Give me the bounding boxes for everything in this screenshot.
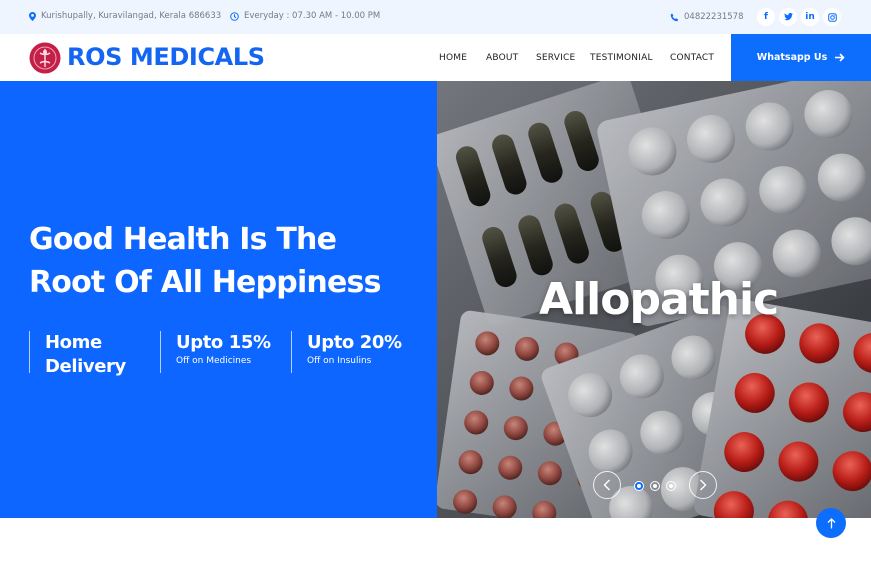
feature-medicines-discount: Upto 15% Off on Medicines: [160, 331, 271, 373]
twitter-icon[interactable]: [779, 8, 797, 26]
hero-title: Good Health Is The Root Of All Heppiness: [29, 218, 429, 304]
nav-testimonial[interactable]: TESTIMONIAL: [590, 53, 653, 63]
carousel-dot-3[interactable]: [666, 481, 676, 491]
carousel-dot-1[interactable]: [634, 481, 644, 491]
chevron-left-icon: [603, 479, 610, 491]
hero-title-line-1: Good Health Is The: [29, 222, 337, 257]
carousel-dot-2[interactable]: [650, 481, 660, 491]
hours-text: Everyday : 07.30 AM - 10.00 PM: [244, 11, 381, 21]
brand-name[interactable]: ROS MEDICALS: [67, 43, 265, 71]
whatsapp-button-label: Whatsapp Us: [756, 52, 828, 63]
chevron-right-icon: [700, 479, 707, 491]
arrow-up-icon: [827, 517, 835, 528]
nav-contact[interactable]: CONTACT: [670, 53, 714, 63]
facebook-icon[interactable]: f: [757, 8, 775, 26]
top-info-bar: Kurishupally, Kuravilangad, Kerala 68663…: [0, 0, 871, 34]
map-pin-icon: [29, 11, 36, 21]
feature-title: Home: [45, 332, 102, 353]
feature-title-line-2: Delivery: [45, 356, 126, 377]
feature-subtitle: Off on Insulins: [307, 356, 372, 366]
nav-service[interactable]: SERVICE: [536, 53, 575, 63]
slide-caption: Allopathic: [539, 274, 779, 325]
phone-info[interactable]: 04822231578: [670, 12, 744, 22]
address-info: Kurishupally, Kuravilangad, Kerala 68663…: [29, 11, 221, 21]
clock-icon: [230, 11, 239, 21]
feature-home-delivery: Home Delivery: [29, 331, 126, 377]
carousel-next-button[interactable]: [689, 471, 717, 499]
address-text: Kurishupally, Kuravilangad, Kerala 68663…: [41, 11, 222, 21]
social-links: f in: [757, 8, 841, 26]
phone-icon: [670, 13, 679, 21]
back-to-top-button[interactable]: [816, 508, 846, 538]
hours-info: Everyday : 07.30 AM - 10.00 PM: [230, 11, 380, 21]
feature-title: Upto 15%: [176, 332, 271, 353]
arrow-right-icon: [835, 53, 845, 62]
feature-title: Upto 20%: [307, 332, 402, 353]
main-navbar: ROS MEDICALS HOME ABOUT SERVICE TESTIMON…: [0, 34, 871, 81]
carousel-prev-button[interactable]: [593, 471, 621, 499]
carousel-dots: [634, 481, 676, 491]
phone-text: 04822231578: [684, 12, 744, 22]
nav-about[interactable]: ABOUT: [486, 53, 518, 63]
linkedin-icon[interactable]: in: [801, 8, 819, 26]
instagram-icon[interactable]: [823, 8, 841, 26]
brand-logo-icon[interactable]: [29, 42, 61, 74]
hero-title-line-2: Root Of All Heppiness: [29, 265, 381, 300]
whatsapp-button[interactable]: Whatsapp Us: [731, 34, 871, 81]
feature-insulins-discount: Upto 20% Off on Insulins: [291, 331, 402, 373]
nav-home[interactable]: HOME: [439, 53, 467, 63]
feature-subtitle: Off on Medicines: [176, 356, 252, 366]
